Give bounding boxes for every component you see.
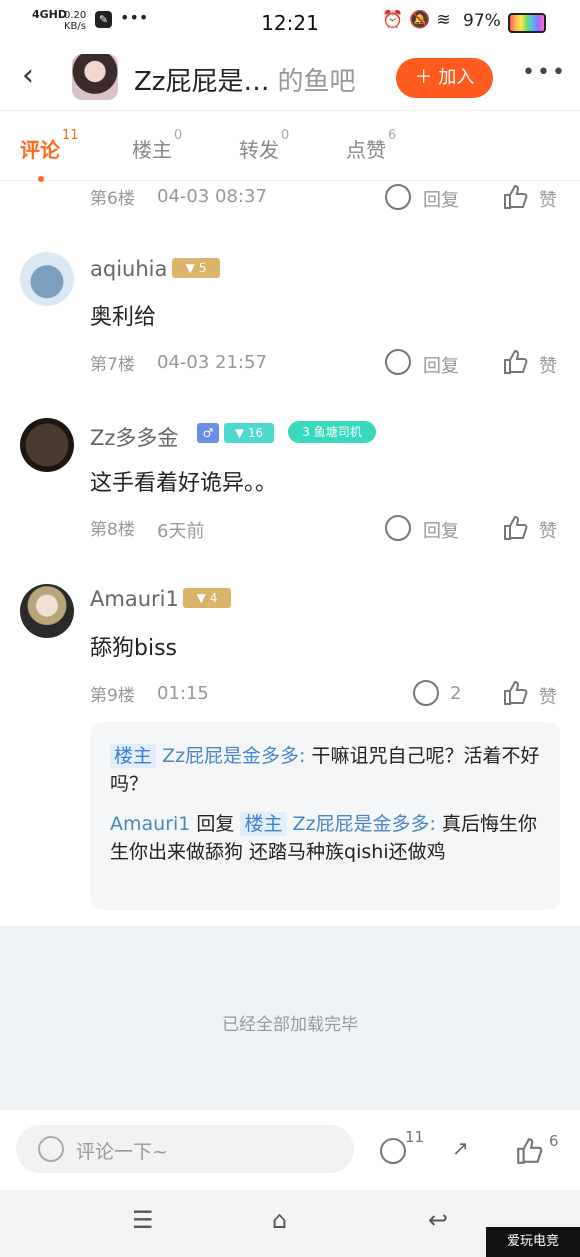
level-badge: ▼ 16 bbox=[224, 423, 274, 443]
floor-number: 第9楼 bbox=[90, 686, 135, 706]
comments-icon[interactable] bbox=[380, 1138, 406, 1164]
reply-author[interactable]: Zz屁屁是金多多: bbox=[162, 745, 305, 767]
user-avatar[interactable] bbox=[20, 584, 74, 638]
like-button[interactable]: 赞 bbox=[539, 683, 557, 709]
owner-tag: 楼主 bbox=[110, 744, 157, 768]
comment-time: 6天前 bbox=[157, 521, 205, 542]
tab-reposts-label: 转发 bbox=[239, 138, 279, 162]
tab-comments-label: 评论 bbox=[20, 138, 60, 162]
tab-likes-label: 点赞 bbox=[346, 138, 386, 162]
like-button[interactable]: 赞 bbox=[539, 517, 557, 543]
reply-author[interactable]: Amauri1 bbox=[110, 813, 190, 835]
list-end-area: 已经全部加载完毕 bbox=[0, 926, 580, 1110]
comment-time: 04-03 08:37 bbox=[157, 186, 267, 207]
emoji-icon[interactable] bbox=[38, 1136, 64, 1162]
user-avatar[interactable] bbox=[20, 418, 74, 472]
tab-owner-label: 楼主 bbox=[132, 138, 172, 162]
end-of-list-text: 已经全部加载完毕 bbox=[222, 1015, 358, 1035]
user-avatar[interactable] bbox=[20, 252, 74, 306]
alarm-icon: ⏰ bbox=[382, 10, 410, 30]
top-nav: ‹ Zz屁屁是… 的鱼吧 ＋ 加入 ••• bbox=[0, 44, 580, 111]
floor-number: 第8楼 bbox=[90, 520, 135, 540]
level-number: 4 bbox=[209, 591, 218, 605]
reply-icon[interactable] bbox=[385, 349, 411, 375]
tab-owner[interactable]: 楼主0 bbox=[132, 128, 182, 163]
reply-icon[interactable] bbox=[385, 184, 411, 210]
reply-button[interactable]: 回复 bbox=[423, 186, 459, 212]
username[interactable]: Zz多多金 bbox=[90, 422, 178, 452]
level-number: 5 bbox=[198, 261, 207, 275]
wifi-icon: ≋ bbox=[436, 10, 457, 30]
comment-input[interactable]: 评论一下~ bbox=[16, 1125, 354, 1173]
reply-word: 回复 bbox=[196, 813, 235, 835]
reply-button[interactable]: 回复 bbox=[423, 352, 459, 378]
group-avatar[interactable] bbox=[72, 54, 118, 100]
like-button[interactable]: 赞 bbox=[539, 186, 557, 212]
mute-icon: 🔕 bbox=[409, 10, 437, 30]
like-icon[interactable] bbox=[515, 1137, 543, 1164]
fan-badge-label: 鱼塘司机 bbox=[313, 425, 362, 439]
watermark: 爱玩电竞 bbox=[486, 1227, 580, 1257]
tab-reposts-count: 0 bbox=[281, 128, 290, 143]
comment-text: 舔狗biss bbox=[90, 636, 178, 661]
comment-time: 01:15 bbox=[157, 683, 209, 704]
tab-bar: 评论11 楼主0 转发0 点赞6 bbox=[0, 110, 580, 182]
level-badge: ▼ 5 bbox=[172, 258, 220, 278]
owner-tag: 楼主 bbox=[240, 812, 287, 836]
likes-count: 6 bbox=[549, 1132, 559, 1150]
group-suffix: 的鱼吧 bbox=[277, 67, 356, 97]
like-button[interactable]: 赞 bbox=[539, 352, 557, 378]
tab-comments[interactable]: 评论11 bbox=[20, 128, 79, 163]
tab-reposts[interactable]: 转发0 bbox=[239, 128, 289, 163]
join-button[interactable]: ＋ 加入 bbox=[396, 58, 493, 98]
gender-badge: ♂ bbox=[197, 423, 219, 443]
like-icon[interactable] bbox=[502, 349, 528, 374]
group-title[interactable]: Zz屁屁是… 的鱼吧 bbox=[134, 61, 355, 98]
level-badge: ▼ 4 bbox=[183, 588, 231, 608]
tab-comments-count: 11 bbox=[62, 128, 79, 143]
reply-count[interactable]: 2 bbox=[450, 683, 461, 704]
more-menu-icon[interactable]: ••• bbox=[522, 60, 567, 85]
reply-button[interactable]: 回复 bbox=[423, 517, 459, 543]
username[interactable]: Amauri1 bbox=[90, 587, 179, 611]
like-icon[interactable] bbox=[502, 680, 528, 705]
home-icon[interactable]: ⌂ bbox=[272, 1206, 287, 1234]
group-name: Zz屁屁是… bbox=[134, 67, 270, 97]
sub-reply[interactable]: Amauri1 回复 楼主 Zz屁屁是金多多: 真后悔生你 生你出来做舔狗 还踏… bbox=[110, 810, 550, 866]
username[interactable]: aqiuhia bbox=[90, 257, 167, 281]
sub-reply-box[interactable]: 楼主 Zz屁屁是金多多: 干嘛诅咒自己呢？活着不好吗？ Amauri1 回复 楼… bbox=[90, 722, 560, 910]
tab-likes-count: 6 bbox=[388, 128, 397, 143]
reply-icon[interactable] bbox=[413, 680, 439, 706]
bottom-action-bar: 评论一下~ 11 ↗ 6 bbox=[0, 1110, 580, 1190]
reply-target[interactable]: Zz屁屁是金多多: bbox=[293, 813, 436, 835]
floor-number: 第6楼 bbox=[90, 189, 135, 209]
comment-time: 04-03 21:57 bbox=[157, 352, 267, 373]
back-arrow-icon[interactable]: ‹ bbox=[22, 58, 34, 93]
floor-number: 第7楼 bbox=[90, 355, 135, 375]
sub-reply[interactable]: 楼主 Zz屁屁是金多多: 干嘛诅咒自己呢？活着不好吗？ bbox=[110, 742, 550, 798]
fan-badge-number: 3 bbox=[302, 425, 310, 439]
menu-icon[interactable]: ☰ bbox=[132, 1206, 154, 1234]
back-icon[interactable]: ↩ bbox=[428, 1206, 448, 1234]
active-tab-indicator bbox=[38, 176, 44, 182]
comment-placeholder: 评论一下~ bbox=[76, 1141, 168, 1163]
battery-percent: 97% bbox=[463, 11, 501, 31]
like-icon[interactable] bbox=[502, 515, 528, 540]
reply-icon[interactable] bbox=[385, 515, 411, 541]
share-icon[interactable]: ↗ bbox=[452, 1136, 469, 1160]
comment-text: 这手看着好诡异。。 bbox=[90, 471, 278, 496]
status-icons: ⏰🔕≋ bbox=[382, 10, 457, 30]
battery-icon bbox=[508, 13, 546, 33]
like-icon[interactable] bbox=[502, 184, 528, 209]
tab-likes[interactable]: 点赞6 bbox=[346, 128, 396, 163]
comment-text: 奥利给 bbox=[90, 305, 157, 330]
tab-owner-count: 0 bbox=[174, 128, 183, 143]
fan-badge: 3 鱼塘司机 bbox=[288, 421, 376, 443]
status-bar: 4GHD 0.20 KB/s ✎ ••• 12:21 ⏰🔕≋ 97% bbox=[0, 0, 580, 44]
level-number: 16 bbox=[247, 426, 264, 440]
comments-count: 11 bbox=[405, 1128, 425, 1146]
